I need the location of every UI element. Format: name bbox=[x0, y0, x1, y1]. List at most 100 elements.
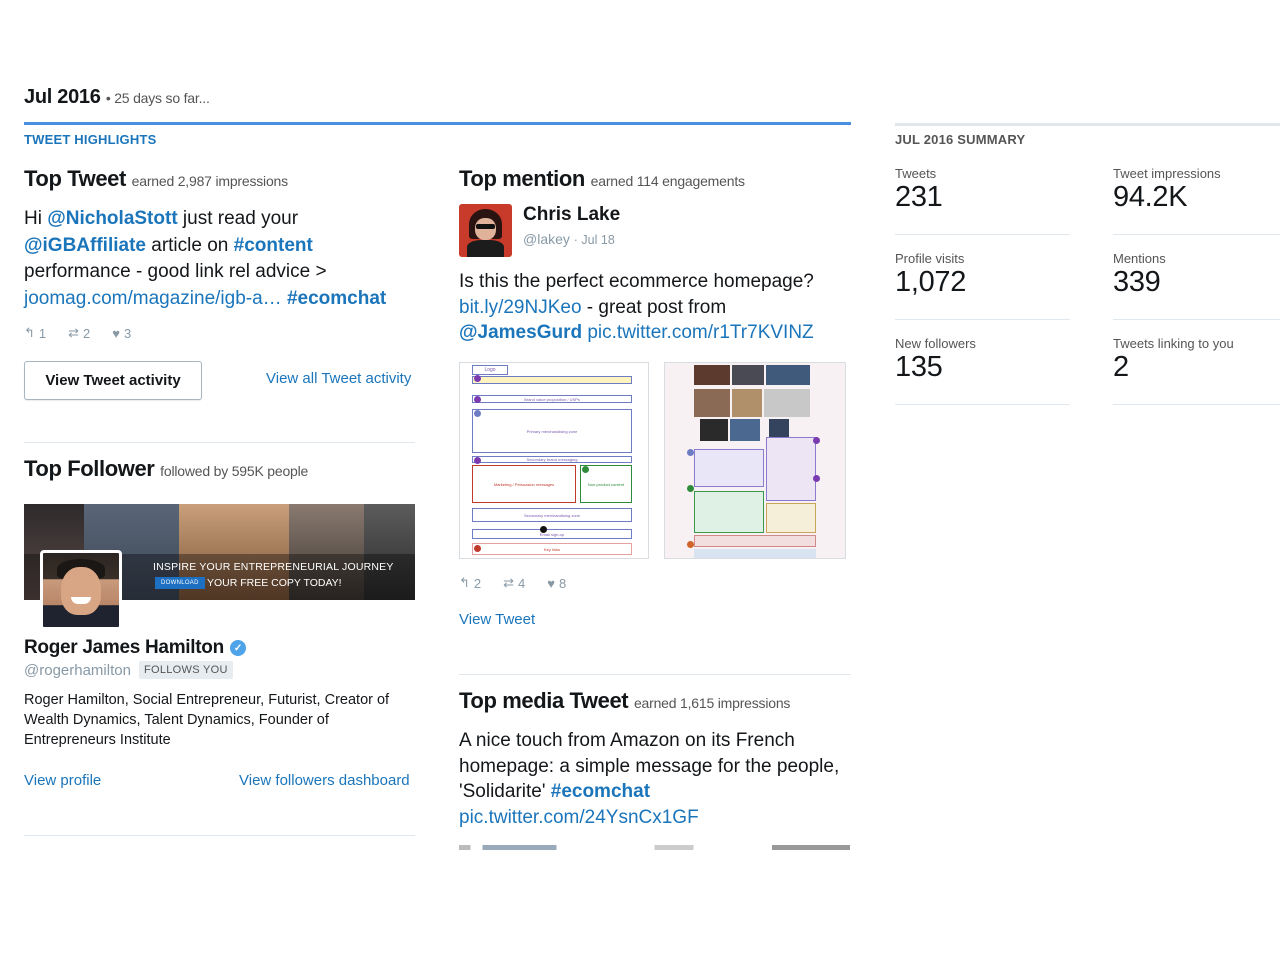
hashtag-link-content[interactable]: #content bbox=[234, 235, 313, 256]
view-all-tweet-activity-link[interactable]: View all Tweet activity bbox=[266, 370, 411, 387]
avatar[interactable] bbox=[40, 550, 122, 630]
mention-link-igbaffiliate[interactable]: @iGBAffiliate bbox=[24, 235, 146, 256]
follower-handle: @rogerhamilton bbox=[24, 661, 131, 679]
mention-author-name[interactable]: Chris Lake bbox=[523, 204, 620, 226]
reply-icon: ↰ bbox=[459, 575, 470, 590]
top-mention-heading: Top mention bbox=[459, 166, 585, 191]
card-divider bbox=[24, 835, 415, 836]
tweet-text-part: performance - good link rel advice > bbox=[24, 261, 327, 282]
follower-handle-row: @rogerhamilton FOLLOWS YOU bbox=[24, 661, 233, 679]
stat-tweet-impressions: Tweet impressions 94.2K bbox=[1113, 166, 1221, 214]
wireframe-block: Primary merchandising zone bbox=[472, 409, 632, 453]
mention-link-jamesgurd[interactable]: @JamesGurd bbox=[459, 322, 582, 343]
view-tweet-link[interactable]: View Tweet bbox=[459, 611, 535, 628]
hashtag-link-ecomchat[interactable]: #ecomchat bbox=[287, 288, 386, 309]
top-media-earned: earned 1,615 impressions bbox=[633, 695, 791, 711]
tweet-text-part: just read your bbox=[177, 208, 299, 229]
top-follower-followed-by: followed by 595K people bbox=[160, 463, 309, 479]
top-tweet-heading: Top Tweet bbox=[24, 166, 126, 191]
stat-divider bbox=[895, 234, 1070, 235]
like-action[interactable]: ♥ 8 bbox=[547, 576, 566, 591]
reply-action[interactable]: ↰ 2 bbox=[459, 575, 481, 591]
follower-name-text: Roger James Hamilton bbox=[24, 637, 224, 658]
stat-value: 231 bbox=[895, 181, 943, 213]
top-tweet-actions: ↰ 1 ⇄ 2 ♥ 3 bbox=[24, 325, 131, 341]
banner-headline: INSPIRE YOUR ENTREPRENEURIAL JOURNEY bbox=[153, 561, 394, 573]
stat-divider bbox=[895, 319, 1070, 320]
wireframe-block: Email sign-up bbox=[472, 529, 632, 539]
follower-name[interactable]: Roger James Hamilton ✓ bbox=[24, 637, 246, 659]
top-media-tweet-title: Top media Tweet earned 1,615 impressions bbox=[459, 688, 790, 714]
stat-value: 1,072 bbox=[895, 266, 967, 298]
stat-label: Tweets bbox=[895, 166, 937, 181]
wireframe-dot bbox=[474, 375, 481, 382]
stat-mentions: Mentions 339 bbox=[1113, 251, 1166, 299]
wireframe-image[interactable]: Logo Brand value proposition / USPs Prim… bbox=[459, 362, 649, 559]
retweet-action[interactable]: ⇄ 2 bbox=[68, 325, 90, 341]
stat-label: New followers bbox=[895, 336, 976, 351]
view-profile-link[interactable]: View profile bbox=[24, 772, 101, 789]
wireframe-block: Logo bbox=[472, 365, 508, 375]
page-title: Jul 2016 • 25 days so far... bbox=[24, 86, 210, 109]
stat-divider bbox=[1113, 404, 1280, 405]
top-tweet-text: Hi @NicholaStott just read your @iGBAffi… bbox=[24, 206, 434, 312]
wireframe-block: Key links bbox=[472, 543, 632, 555]
bitly-link[interactable]: bit.ly/29NJKeo bbox=[459, 297, 582, 318]
tweet-highlights-label: TWEET HIGHLIGHTS bbox=[24, 132, 157, 147]
like-action[interactable]: ♥ 3 bbox=[112, 326, 131, 341]
mention-author-handle[interactable]: @lakey bbox=[523, 231, 570, 247]
tweet-text-part: article on bbox=[145, 234, 234, 256]
top-tweet-title: Top Tweet earned 2,987 impressions bbox=[24, 166, 288, 192]
retweet-icon: ⇄ bbox=[68, 325, 80, 340]
highlights-divider bbox=[24, 122, 851, 125]
tweet-text-part: Hi bbox=[24, 208, 48, 229]
stat-label: Tweet impressions bbox=[1113, 166, 1221, 181]
retweet-count: 2 bbox=[83, 325, 91, 341]
wireframe-dot bbox=[540, 526, 547, 533]
mention-date: · Jul 18 bbox=[573, 233, 615, 247]
retweet-action[interactable]: ⇄ 4 bbox=[503, 575, 525, 591]
reply-action[interactable]: ↰ 1 bbox=[24, 325, 46, 341]
stat-profile-visits: Profile visits 1,072 bbox=[895, 251, 966, 299]
top-follower-heading: Top Follower bbox=[24, 456, 155, 481]
stat-value: 339 bbox=[1113, 266, 1161, 298]
view-followers-dashboard-link[interactable]: View followers dashboard bbox=[239, 772, 410, 789]
stat-value: 94.2K bbox=[1113, 181, 1188, 213]
stat-label: Mentions bbox=[1113, 251, 1166, 266]
follows-you-badge: FOLLOWS YOU bbox=[138, 661, 233, 679]
avatar[interactable] bbox=[459, 204, 512, 257]
tweet-url-link[interactable]: joomag.com/magazine/igb-a… bbox=[24, 288, 282, 309]
reply-count: 2 bbox=[473, 575, 482, 591]
wireframe-dot bbox=[474, 545, 481, 552]
view-tweet-activity-button[interactable]: View Tweet activity bbox=[24, 361, 202, 400]
hashtag-link-ecomchat[interactable]: #ecomchat bbox=[551, 781, 650, 802]
pic-twitter-link[interactable]: pic.twitter.com/24YsnCx1GF bbox=[459, 807, 699, 828]
mention-link-nicholastott[interactable]: @NicholaStott bbox=[47, 208, 177, 229]
stat-divider bbox=[895, 404, 1070, 405]
reply-icon: ↰ bbox=[24, 325, 35, 340]
card-divider bbox=[459, 674, 851, 675]
wireframe-block: Secondary brand messaging bbox=[472, 456, 632, 463]
pic-twitter-link[interactable]: pic.twitter.com/r1Tr7KVINZ bbox=[582, 322, 813, 343]
wireframe-dot bbox=[474, 457, 481, 464]
follower-bio: Roger Hamilton, Social Entrepreneur, Fut… bbox=[24, 692, 390, 748]
mention-author-meta: @lakey · Jul 18 bbox=[523, 231, 615, 247]
heart-icon: ♥ bbox=[112, 325, 120, 341]
homepage-screenshot-image[interactable] bbox=[664, 362, 846, 559]
banner-download-badge: DOWNLOAD bbox=[155, 577, 205, 589]
like-count: 3 bbox=[124, 325, 132, 341]
media-preview-strip[interactable] bbox=[459, 845, 850, 850]
summary-label: JUL 2016 SUMMARY bbox=[895, 132, 1026, 147]
tweet-text-part: - great post from bbox=[581, 296, 727, 318]
top-mention-text: Is this the perfect ecommerce homepage? … bbox=[459, 269, 859, 346]
wireframe-dot bbox=[582, 466, 589, 473]
summary-divider bbox=[895, 123, 1280, 126]
wireframe-dot bbox=[474, 410, 481, 417]
wireframe-block bbox=[472, 376, 632, 384]
days-so-far: • 25 days so far... bbox=[105, 90, 210, 106]
stat-label: Tweets linking to you bbox=[1113, 336, 1234, 351]
heart-icon: ♥ bbox=[547, 575, 555, 591]
stat-value: 2 bbox=[1113, 351, 1129, 383]
tweet-text-part: A nice touch from Amazon on its French bbox=[459, 730, 795, 751]
tweet-text-part: homepage: a simple message for the peopl… bbox=[459, 755, 840, 777]
